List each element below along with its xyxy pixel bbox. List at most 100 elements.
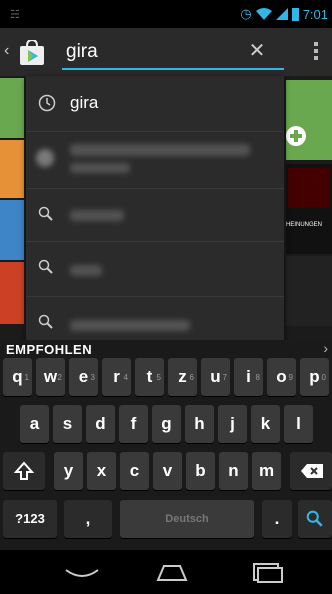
key-label: w xyxy=(43,367,58,386)
key-i[interactable]: i8 xyxy=(234,358,263,396)
key-hint: 6 xyxy=(189,373,194,382)
clear-search-icon[interactable]: ✕ xyxy=(248,41,266,61)
game-banner-tile[interactable] xyxy=(286,80,332,160)
comma-key[interactable]: , xyxy=(64,500,112,538)
battery-icon xyxy=(291,7,299,21)
symbols-key[interactable]: ?123 xyxy=(3,500,57,538)
key-hint: 5 xyxy=(156,373,161,382)
key-label: , xyxy=(85,509,91,528)
key-label: z xyxy=(178,367,187,386)
suggestion-item[interactable]: gira xyxy=(26,76,284,132)
navigation-bar xyxy=(0,550,332,594)
key-label: c xyxy=(129,461,140,480)
key-x[interactable]: x xyxy=(87,452,116,490)
key-a[interactable]: a xyxy=(20,405,49,443)
key-label: m xyxy=(258,461,275,480)
status-bar: ☵ ◷ 7:01 xyxy=(0,0,332,28)
overflow-menu-icon[interactable] xyxy=(312,42,320,64)
history-clock-icon xyxy=(38,94,56,112)
suggestion-item[interactable] xyxy=(26,188,284,242)
key-hint: 2 xyxy=(57,373,62,382)
search-key[interactable] xyxy=(298,500,332,538)
key-q[interactable]: q1 xyxy=(3,358,32,396)
key-label: s xyxy=(62,414,73,433)
search-suggestions-list: gira xyxy=(26,76,284,352)
usb-debug-icon: ☵ xyxy=(10,8,20,21)
alarm-icon: ◷ xyxy=(240,6,252,21)
key-label: i xyxy=(246,367,251,386)
key-label: d xyxy=(95,414,106,433)
key-hint: 9 xyxy=(288,373,293,382)
suggestion-item[interactable] xyxy=(26,131,284,189)
key-label: x xyxy=(96,461,107,480)
dark-promo-tile[interactable]: HEINUNGEN xyxy=(286,164,332,254)
key-e[interactable]: e3 xyxy=(69,358,98,396)
search-icon xyxy=(38,259,53,274)
search-icon xyxy=(38,206,53,221)
redacted-app-title xyxy=(70,144,250,156)
promo-text: HEINUNGEN xyxy=(286,222,323,228)
suggestion-item[interactable] xyxy=(26,241,284,297)
key-h[interactable]: h xyxy=(185,405,214,443)
key-label: a xyxy=(29,414,40,433)
key-label: k xyxy=(260,414,271,433)
redacted-suggestion-text xyxy=(70,265,102,276)
key-hint: 4 xyxy=(123,373,128,382)
key-l[interactable]: l xyxy=(284,405,313,443)
backspace-icon xyxy=(301,464,323,478)
search-input[interactable] xyxy=(62,36,250,68)
app-icon xyxy=(36,149,54,167)
shift-key[interactable] xyxy=(3,452,45,490)
key-g[interactable]: g xyxy=(152,405,181,443)
up-navigation-icon[interactable]: ‹ xyxy=(4,42,14,60)
key-k[interactable]: k xyxy=(251,405,280,443)
key-f[interactable]: f xyxy=(119,405,148,443)
period-key[interactable]: . xyxy=(262,500,292,538)
key-hint: 3 xyxy=(90,373,95,382)
key-t[interactable]: t5 xyxy=(135,358,164,396)
space-key[interactable]: Deutsch xyxy=(120,500,254,538)
recent-apps-icon[interactable] xyxy=(248,560,288,584)
key-label: l xyxy=(296,414,301,433)
key-label: v xyxy=(162,461,173,480)
key-label: u xyxy=(210,367,221,386)
key-label: Deutsch xyxy=(165,513,209,525)
status-icons: ◷ 7:01 xyxy=(240,6,328,22)
key-d[interactable]: d xyxy=(86,405,115,443)
back-icon[interactable] xyxy=(62,560,102,584)
play-store-logo-icon[interactable] xyxy=(18,40,46,66)
key-label: . xyxy=(274,509,280,528)
home-icon[interactable] xyxy=(152,560,192,584)
backspace-key[interactable] xyxy=(290,452,332,490)
key-label: b xyxy=(195,461,206,480)
key-z[interactable]: z6 xyxy=(168,358,197,396)
status-time: 7:01 xyxy=(302,6,328,22)
key-j[interactable]: j xyxy=(218,405,247,443)
key-o[interactable]: o9 xyxy=(267,358,296,396)
redacted-suggestion-text xyxy=(70,210,124,221)
key-r[interactable]: r4 xyxy=(102,358,131,396)
redacted-app-subtitle xyxy=(70,163,130,173)
key-n[interactable]: n xyxy=(219,452,248,490)
wifi-icon xyxy=(255,8,272,20)
key-c[interactable]: c xyxy=(120,452,149,490)
key-m[interactable]: m xyxy=(252,452,281,490)
key-hint: 8 xyxy=(255,373,260,382)
key-b[interactable]: b xyxy=(186,452,215,490)
promo-tile-blue xyxy=(0,200,24,260)
key-w[interactable]: w2 xyxy=(36,358,65,396)
chevron-right-icon: › xyxy=(323,340,328,356)
key-p[interactable]: p0 xyxy=(300,358,329,396)
key-hint: 0 xyxy=(321,373,326,382)
key-s[interactable]: s xyxy=(53,405,82,443)
key-hint: 1 xyxy=(24,373,29,382)
signal-icon xyxy=(275,8,288,20)
key-label: y xyxy=(63,461,74,480)
section-label: EMPFOHLEN xyxy=(6,342,93,357)
key-label: f xyxy=(130,414,137,433)
key-u[interactable]: u7 xyxy=(201,358,230,396)
key-y[interactable]: y xyxy=(54,452,83,490)
key-v[interactable]: v xyxy=(153,452,182,490)
promo-tile-bottom xyxy=(286,256,332,326)
redacted-suggestion-text xyxy=(70,320,190,331)
